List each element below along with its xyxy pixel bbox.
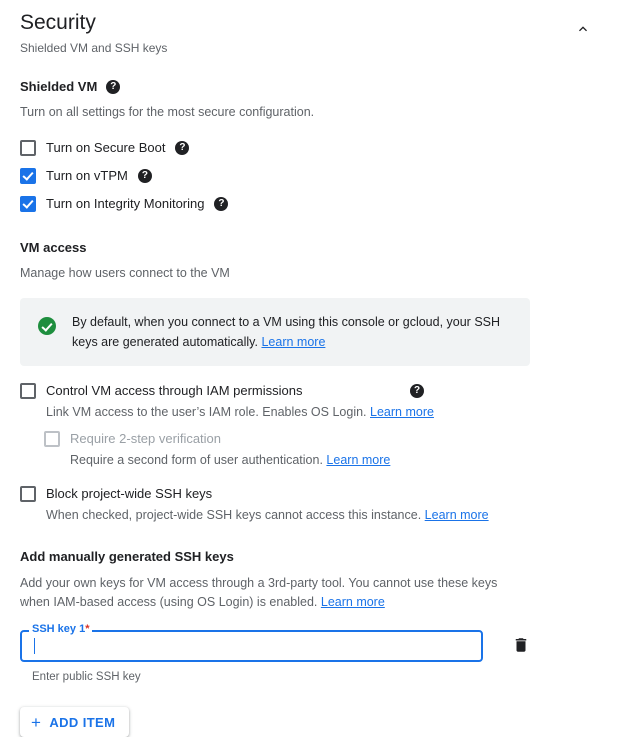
learn-more-link[interactable]: Learn more: [326, 453, 390, 467]
shielded-vm-title: Shielded VM: [20, 79, 98, 94]
required-marker: *: [85, 623, 90, 635]
learn-more-link[interactable]: Learn more: [425, 508, 489, 522]
ssh-key-label-text: SSH key 1: [32, 623, 86, 635]
iam-permissions-row[interactable]: Control VM access through IAM permission…: [20, 382, 597, 400]
help-icon[interactable]: ?: [410, 384, 424, 398]
checkbox-block-project-keys[interactable]: [20, 486, 36, 502]
ssh-keys-title: Add manually generated SSH keys: [20, 549, 234, 564]
checkbox-row-secure-boot[interactable]: Turn on Secure Boot ?: [20, 135, 597, 161]
block-project-keys-description: When checked, project-wide SSH keys cann…: [46, 506, 597, 524]
shielded-vm-options: Turn on Secure Boot ? Turn on vTPM ? Tur…: [20, 135, 597, 217]
block-project-keys-row[interactable]: Block project-wide SSH keys: [20, 485, 597, 503]
ssh-keys-description-text: Add your own keys for VM access through …: [20, 576, 498, 609]
page-title: Security: [20, 11, 96, 34]
help-icon[interactable]: ?: [175, 141, 190, 155]
shielded-vm-header: Shielded VM ?: [20, 78, 597, 95]
block-project-keys-label: Block project-wide SSH keys: [46, 486, 213, 501]
two-step-verification-description: Require a second form of user authentica…: [70, 451, 597, 469]
ssh-keys-description: Add your own keys for VM access through …: [20, 574, 520, 612]
checkbox-label-secure-boot: Turn on Secure Boot: [46, 140, 166, 155]
checkbox-row-vtpm[interactable]: Turn on vTPM ?: [20, 163, 597, 189]
checkbox-label-integrity-monitoring: Turn on Integrity Monitoring: [46, 196, 205, 211]
checkbox-row-integrity-monitoring[interactable]: Turn on Integrity Monitoring ?: [20, 191, 597, 217]
iam-permissions-sub-text: Link VM access to the user’s IAM role. E…: [46, 405, 367, 419]
panel-subtitle: Shielded VM and SSH keys: [20, 41, 168, 55]
ssh-key-field-label: SSH key 1*: [29, 623, 93, 636]
info-banner-text: By default, when you connect to a VM usi…: [72, 312, 514, 352]
iam-permissions-label: Control VM access through IAM permission…: [46, 383, 303, 398]
checkbox-two-step-verification: [44, 431, 60, 447]
plus-icon: +: [31, 712, 42, 732]
add-item-label: ADD ITEM: [49, 714, 116, 730]
learn-more-link[interactable]: Learn more: [321, 595, 385, 609]
block-project-keys-option: Block project-wide SSH keys When checked…: [20, 485, 597, 524]
checkbox-vtpm[interactable]: [20, 168, 36, 184]
ssh-key-row: SSH key 1* Enter public SSH key: [20, 623, 597, 685]
panel-header: Security Shielded VM and SSH keys: [20, 10, 597, 56]
iam-permissions-option: Control VM access through IAM permission…: [20, 382, 597, 469]
help-icon[interactable]: ?: [137, 169, 152, 183]
vm-access-title: VM access: [20, 240, 87, 255]
two-step-verification-label: Require 2-step verification: [70, 431, 222, 446]
vm-access-description: Manage how users connect to the VM: [20, 266, 230, 280]
help-icon[interactable]: ?: [214, 197, 229, 211]
security-panel: Security Shielded VM and SSH keys Shield…: [0, 0, 617, 737]
two-step-verification-sub-text: Require a second form of user authentica…: [70, 453, 323, 467]
checkbox-secure-boot[interactable]: [20, 140, 36, 156]
two-step-verification-row: Require 2-step verification: [44, 430, 597, 448]
add-item-button[interactable]: + ADD ITEM: [20, 707, 130, 737]
learn-more-link[interactable]: Learn more: [370, 405, 434, 419]
ssh-key-hint: Enter public SSH key: [32, 671, 141, 683]
vm-access-header: VM access: [20, 239, 597, 256]
checkbox-integrity-monitoring[interactable]: [20, 196, 36, 212]
checkbox-iam-permissions[interactable]: [20, 383, 36, 399]
help-icon[interactable]: ?: [106, 79, 121, 94]
learn-more-link[interactable]: Learn more: [261, 335, 325, 349]
check-circle-icon: [38, 317, 56, 335]
two-step-verification-option: Require 2-step verification Require a se…: [44, 430, 597, 469]
block-project-keys-sub-text: When checked, project-wide SSH keys cann…: [46, 508, 422, 522]
ssh-key-input[interactable]: [35, 638, 469, 654]
trash-icon: [512, 636, 530, 657]
chevron-up-icon: [575, 21, 591, 40]
collapse-panel-button[interactable]: [569, 16, 597, 44]
iam-permissions-description: Link VM access to the user’s IAM role. E…: [46, 403, 597, 421]
info-banner: By default, when you connect to a VM usi…: [20, 298, 530, 366]
delete-ssh-key-button[interactable]: [509, 634, 533, 658]
ssh-key-field-wrapper: SSH key 1* Enter public SSH key: [20, 623, 483, 685]
shielded-vm-description: Turn on all settings for the most secure…: [20, 105, 315, 119]
checkbox-label-vtpm: Turn on vTPM: [46, 168, 128, 183]
